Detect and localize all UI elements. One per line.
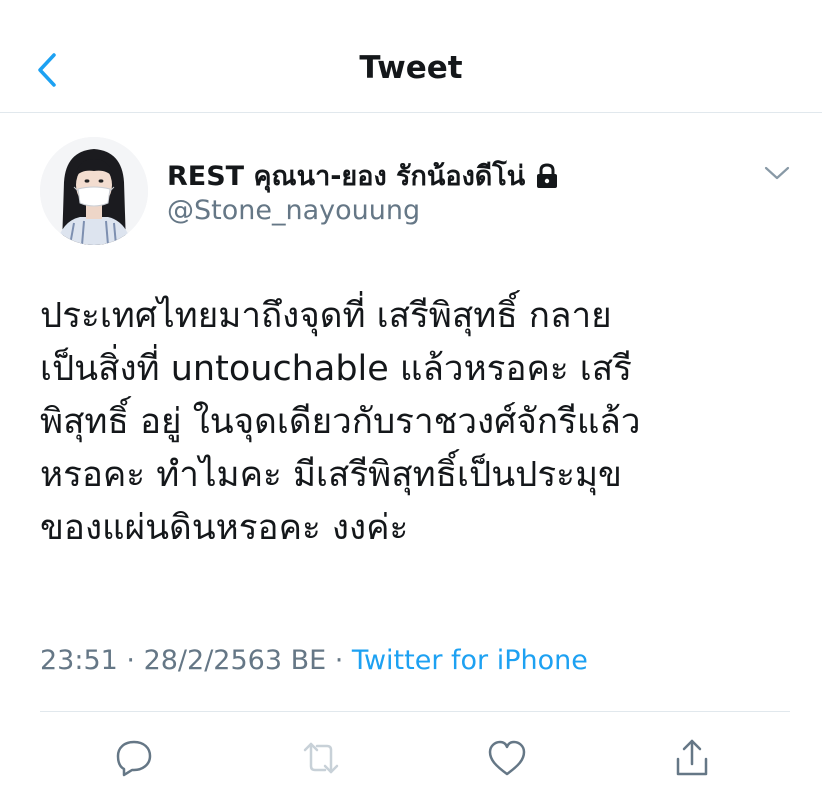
share-button[interactable]	[669, 735, 715, 781]
lock-icon	[535, 162, 559, 189]
tweet-source-link[interactable]: Twitter for iPhone	[352, 645, 588, 676]
tweet-text: ประเทศไทยมาถึงจุดที่ เสรีพิสุทธิ์ กลาย เ…	[40, 290, 790, 555]
tweet-date: 28/2/2563 BE	[143, 645, 327, 676]
reply-icon	[116, 740, 152, 777]
share-icon	[676, 739, 708, 776]
tweet-line: พิสุทธิ์ อยู่ ในจุดเดียวกับราชวงศ์จักรีแ…	[40, 402, 641, 442]
retweet-button[interactable]	[298, 735, 344, 781]
tweet-actions	[0, 735, 822, 780]
tweet-metadata: 23:51 · 28/2/2563 BE · Twitter for iPhon…	[40, 645, 588, 676]
author-name-row[interactable]: REST คุณนา-ยอง รักน้องดีโน่	[167, 154, 559, 197]
separator: ·	[117, 645, 144, 676]
avatar[interactable]	[40, 137, 148, 245]
profile-photo	[40, 137, 148, 245]
more-options-button[interactable]	[762, 160, 792, 186]
author-display-name: REST คุณนา-ยอง รักน้องดีโน่	[167, 161, 526, 192]
page-title: Tweet	[359, 50, 463, 86]
tweet-line: เป็นสิ่งที่ untouchable แล้วหรอคะ เสรี	[40, 349, 632, 389]
tweet-line: หรอคะ ทำไมคะ มีเสรีพิสุทธิ์เป็นประมุข	[40, 455, 622, 495]
separator: ·	[326, 645, 352, 676]
heart-icon	[488, 740, 526, 776]
divider	[40, 711, 790, 712]
tweet-line: ประเทศไทยมาถึงจุดที่ เสรีพิสุทธิ์ กลาย	[40, 296, 612, 336]
tweet-time: 23:51	[40, 645, 118, 676]
author-handle[interactable]: @Stone_nayouung	[167, 195, 420, 226]
tweet-line: ของแผ่นดินหรอคะ งงค่ะ	[40, 508, 409, 548]
retweet-icon	[303, 742, 339, 774]
like-button[interactable]	[484, 735, 530, 781]
reply-button[interactable]	[111, 735, 157, 781]
chevron-down-icon	[764, 166, 790, 180]
navigation-bar: Tweet	[0, 0, 822, 113]
